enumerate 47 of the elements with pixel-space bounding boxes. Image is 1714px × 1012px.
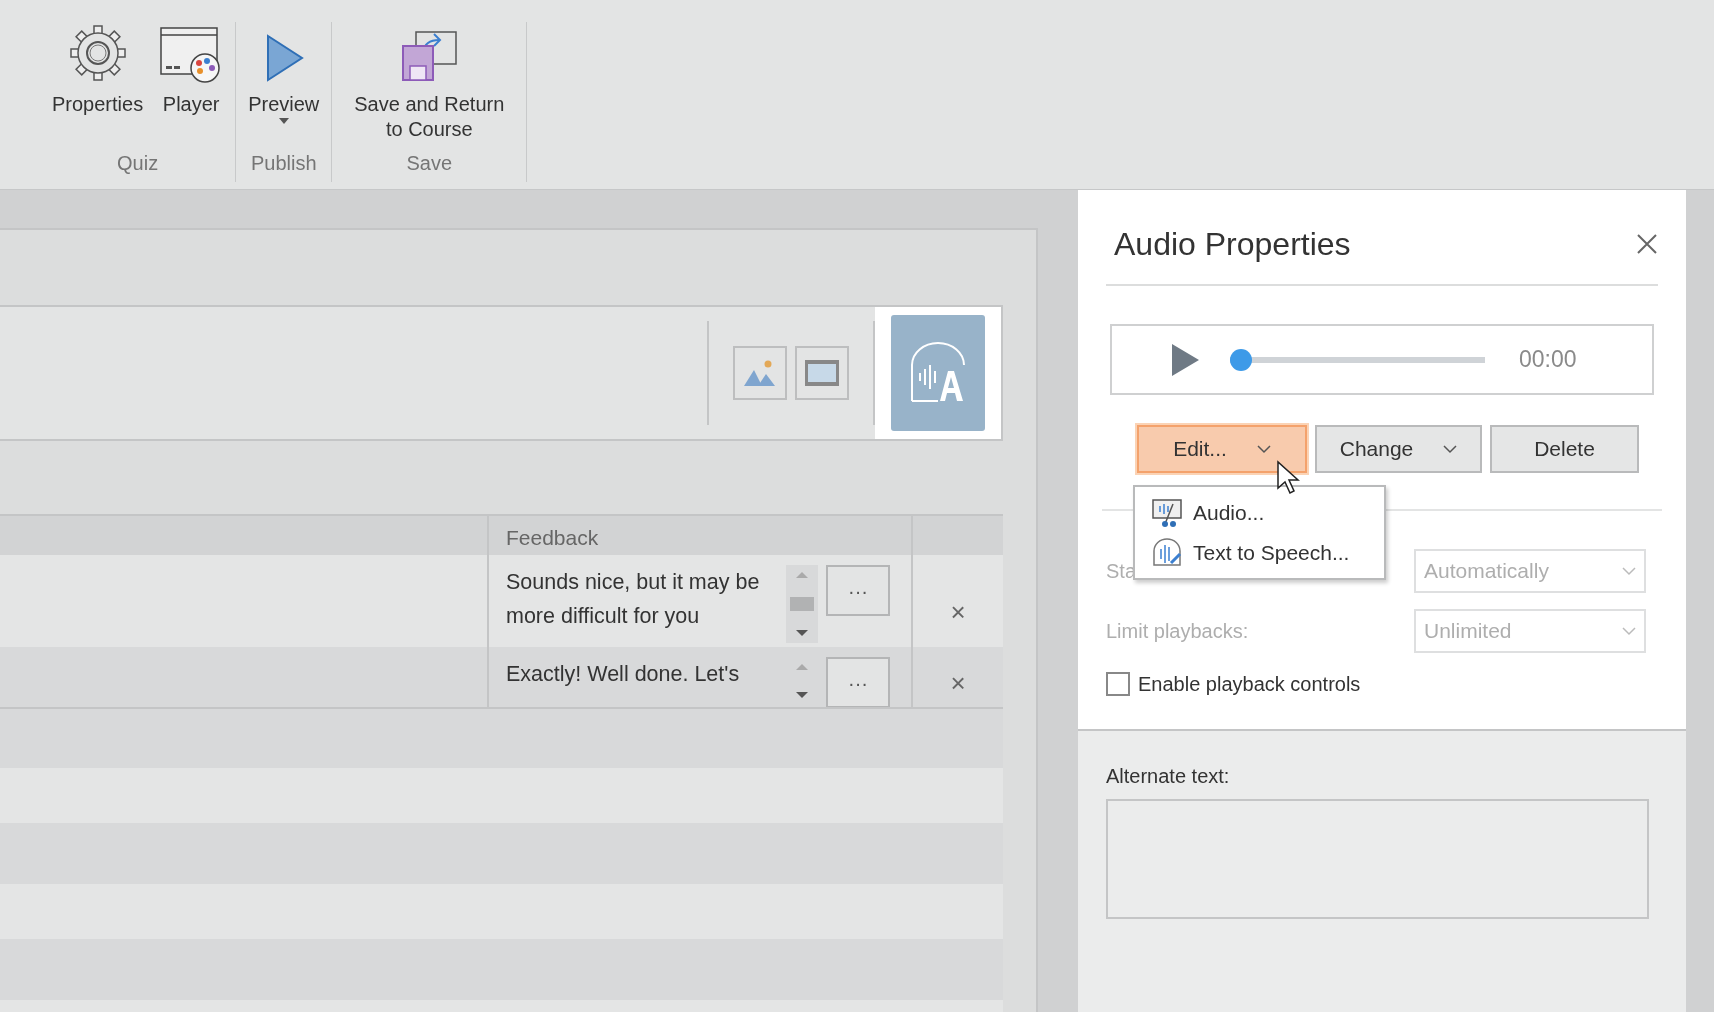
film-icon — [803, 358, 841, 388]
scroll-thumb[interactable] — [790, 597, 814, 611]
delete-row-button[interactable]: × — [950, 577, 966, 647]
more-button[interactable]: ··· — [826, 565, 890, 616]
ribbon-button[interactable]: Properties — [46, 22, 150, 117]
time-display: 00:00 — [1519, 345, 1577, 375]
seek-thumb[interactable] — [1230, 348, 1252, 371]
up-arrow-icon — [795, 571, 809, 579]
delete-row-button[interactable]: × — [950, 659, 966, 707]
menu-item[interactable]: Audio... — [1135, 493, 1384, 533]
caret-icon — [1256, 444, 1271, 454]
insert-image-button[interactable] — [733, 346, 787, 400]
image-icon — [742, 358, 778, 388]
feedback-text: Sounds nice, but it may be more difficult for you — [506, 569, 761, 630]
audio-text-icon — [908, 341, 968, 405]
audio-edit-icon — [1151, 497, 1183, 528]
group-label: Save — [406, 151, 453, 176]
up-arrow-icon — [795, 663, 809, 671]
panel-title: Audio Properties — [1114, 225, 1351, 264]
dropdown-button[interactable]: Edit... — [1137, 425, 1307, 473]
checkbox-label: Enable playback controls — [1138, 672, 1361, 697]
ribbon-button[interactable]: Preview — [242, 22, 326, 125]
group-label: Publish — [250, 151, 317, 176]
more-button[interactable]: ··· — [826, 657, 890, 707]
dropdown-button[interactable]: Change — [1315, 425, 1482, 473]
ribbon-button[interactable]: Player — [153, 22, 230, 117]
speech-icon — [1151, 537, 1183, 568]
text-area[interactable] — [1106, 799, 1649, 919]
insert-video-button[interactable] — [795, 346, 849, 400]
field-label: Alternate text: — [1106, 764, 1231, 789]
checkbox[interactable] — [1106, 672, 1130, 696]
play-icon — [1170, 342, 1200, 377]
down-arrow-icon — [795, 691, 809, 699]
scroll-arrows[interactable] — [786, 565, 818, 643]
menu-item[interactable]: Text to Speech... — [1135, 532, 1384, 572]
ribbon-button[interactable]: Save and Return to Course — [338, 22, 521, 142]
save-export-icon — [399, 28, 460, 84]
caret-icon — [1443, 444, 1458, 454]
field-label: Limit playbacks: — [1106, 619, 1249, 644]
audio-button[interactable] — [891, 315, 985, 431]
caret-icon — [1622, 566, 1636, 576]
feedback-text: Exactly! Well done. Let's — [506, 661, 741, 688]
action-button[interactable]: Delete — [1490, 425, 1639, 473]
close-icon — [1636, 233, 1658, 255]
group-label: Quiz — [117, 151, 159, 176]
caret-icon — [1622, 626, 1636, 636]
down-arrow-icon — [795, 629, 809, 637]
